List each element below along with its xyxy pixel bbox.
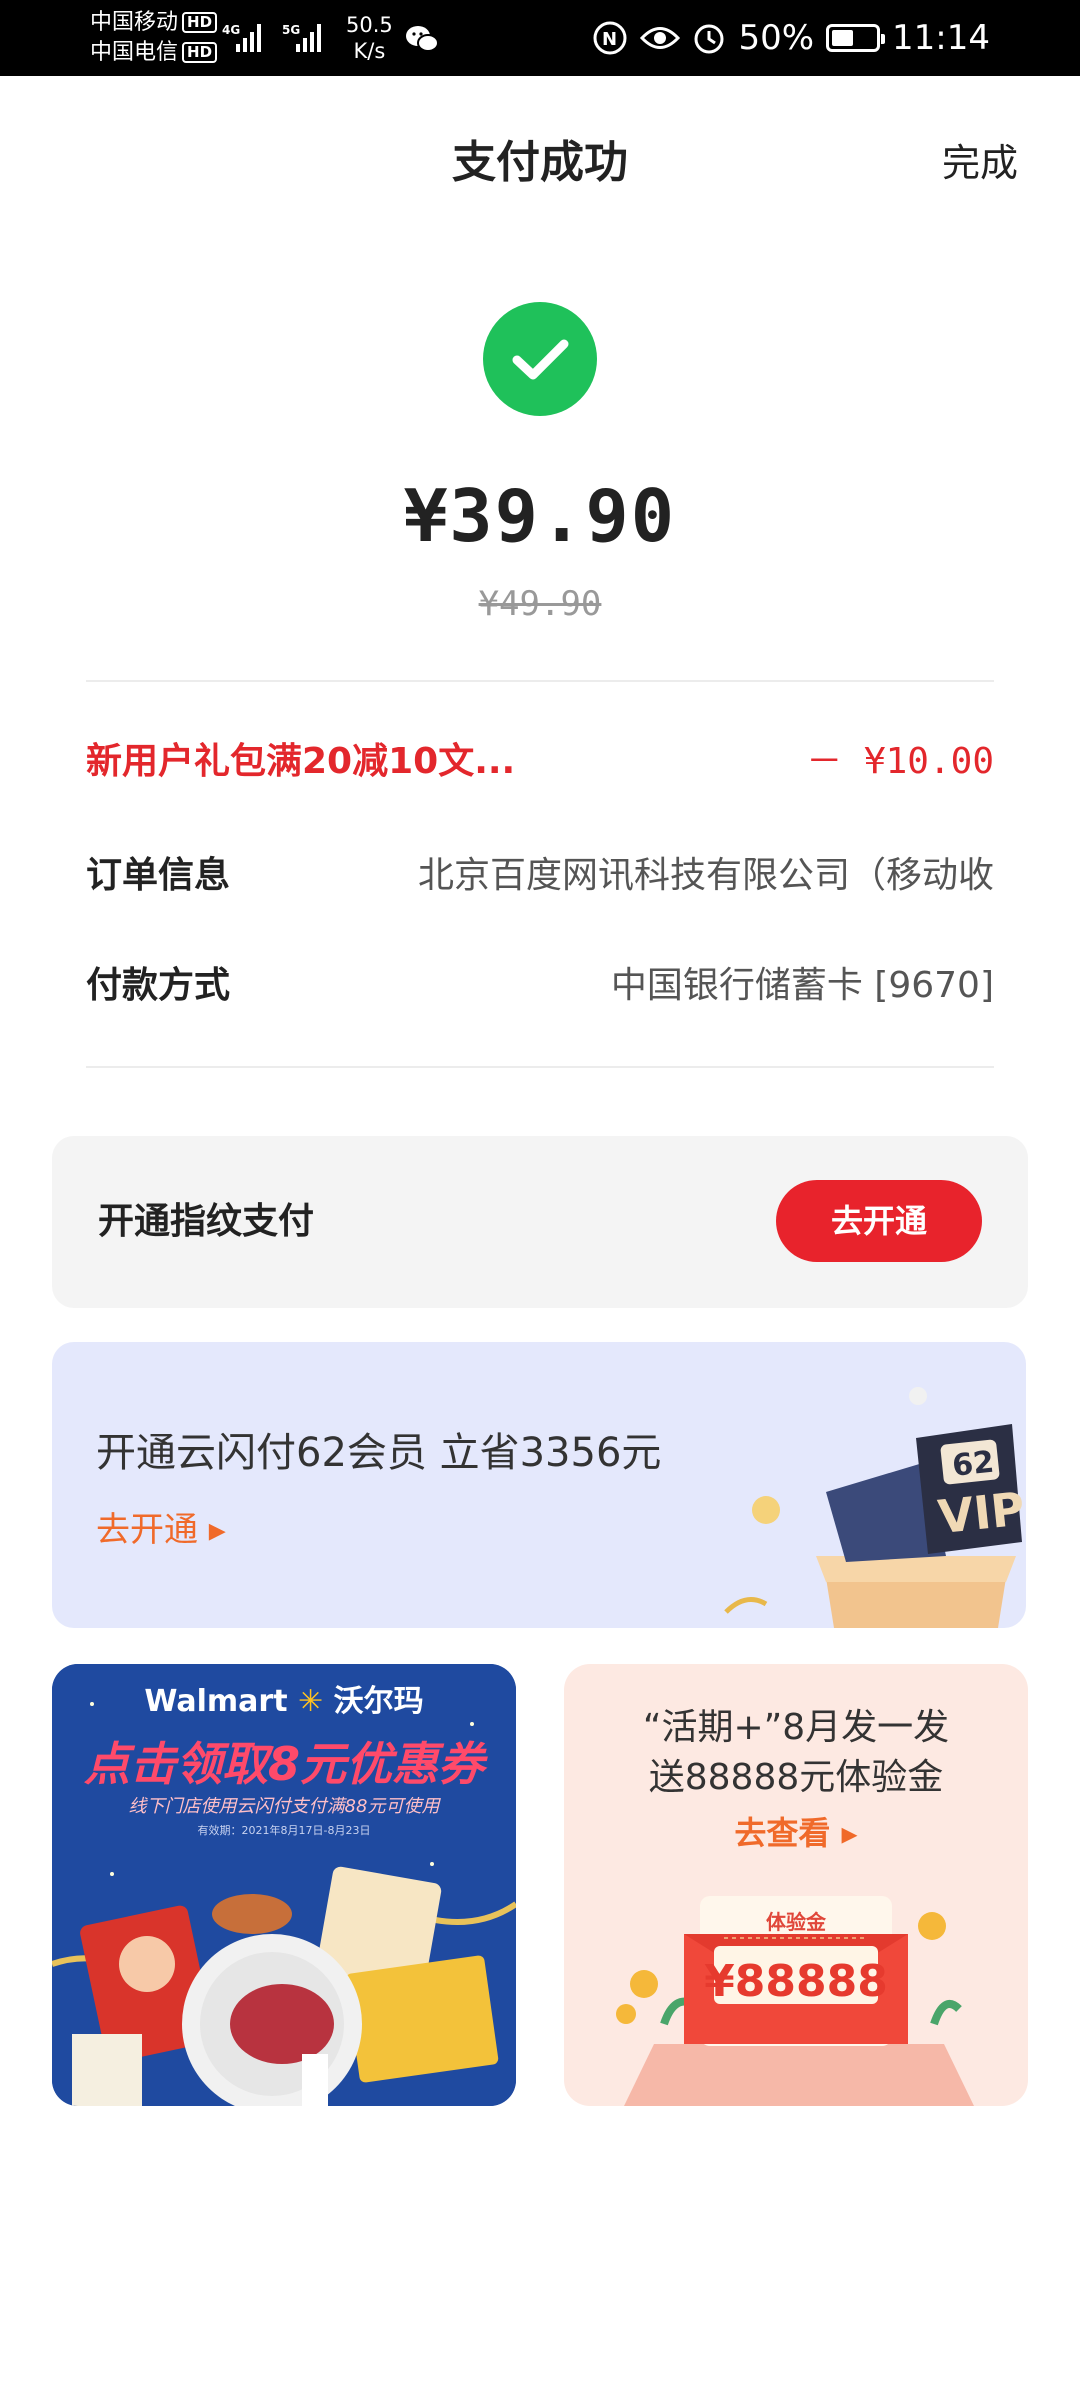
success-check-icon (483, 302, 597, 416)
hd-badge: HD (182, 42, 218, 63)
walmart-spark-icon: ✳ (298, 1684, 324, 1719)
walmart-subtitle: 线下门店使用云闪付支付满88元可使用 (128, 1796, 440, 1817)
carrier-2: 中国电信 (90, 40, 179, 65)
divider (86, 680, 994, 682)
speed-value: 50.5 (346, 13, 393, 37)
wechat-icon (404, 24, 440, 58)
carrier-info: 中国移动 HD 中国电信 HD (90, 8, 218, 68)
envelope-amount: ¥88888 (704, 1956, 888, 2007)
payment-method-label: 付款方式 (86, 965, 231, 1006)
network-5g-label: 5G (282, 23, 300, 37)
vip-badge-number: 62 (951, 1445, 996, 1484)
order-info-row: 订单信息 北京百度网讯科技有限公司（移动收 (86, 846, 994, 906)
vip-banner-title: 开通云闪付62会员 立省3356元 (96, 1430, 662, 1476)
paid-amount: ¥39.90 (403, 474, 677, 558)
status-right: N 50% 11:14 (592, 16, 990, 60)
vip-gift-box-icon: 62 VIP (724, 1387, 1026, 1628)
walmart-validity: 有效期：2021年8月17日-8月23日 (197, 1824, 371, 1837)
walmart-headline: 点击领取8元优惠券 (83, 1737, 484, 1791)
header: 支付成功 完成 (0, 76, 1080, 236)
svg-text:N: N (602, 29, 617, 50)
nfc-icon: N (593, 21, 627, 55)
original-amount: ¥49.90 (478, 584, 602, 624)
network-speed: 50.5 K/s (346, 12, 393, 64)
clock: 11:14 (892, 18, 990, 58)
battery-percent: 50% (738, 18, 815, 58)
huoqi-bonus-tile[interactable]: “活期+”8月发一发 送88888元体验金 去查看 ▸ 体验金 ¥88888 (564, 1664, 1028, 2106)
huoqi-line-1: “活期+”8月发一发 (642, 1707, 950, 1748)
speed-unit: K/s (353, 39, 386, 63)
payment-method-value: 中国银行储蓄卡 [9670] (610, 965, 994, 1006)
network-4g-label: 4G (222, 23, 240, 37)
signal-icon: 4G 5G (222, 20, 338, 60)
divider (86, 1066, 994, 1068)
promo-row: 新用户礼包满20减10文... － ¥10.00 (86, 732, 994, 792)
walmart-brand-en: Walmart (144, 1684, 288, 1719)
vip-badge-text: VIP (936, 1481, 1026, 1544)
vip-membership-banner[interactable]: 开通云闪付62会员 立省3356元 去开通 ▸ 62 VIP (52, 1342, 1026, 1628)
enable-fingerprint-button[interactable]: 去开通 (776, 1180, 982, 1262)
hd-badge: HD (182, 12, 218, 33)
eye-icon (640, 27, 681, 49)
order-info-label: 订单信息 (86, 855, 231, 896)
page-title: 支付成功 (452, 137, 628, 188)
walmart-brand-cn: 沃尔玛 (333, 1684, 424, 1719)
fingerprint-title: 开通指纹支付 (98, 1201, 315, 1242)
battery-icon (826, 24, 886, 52)
huoqi-line-2: 送88888元体验金 (648, 1757, 944, 1798)
status-bar: 中国移动 HD 中国电信 HD 4G 5G 50.5 K/s N 50% 11:… (0, 0, 1080, 76)
walmart-brand: Walmart ✳ 沃尔玛 (52, 1676, 516, 1720)
vip-open-link[interactable]: 去开通 ▸ (96, 1502, 226, 1551)
alarm-icon (694, 24, 724, 54)
done-button[interactable]: 完成 (942, 132, 1018, 187)
payment-method-row: 付款方式 中国银行储蓄卡 [9670] (86, 956, 994, 1016)
carrier-1: 中国移动 (90, 10, 179, 35)
promo-discount: － ¥10.00 (806, 741, 994, 782)
envelope-label: 体验金 (766, 1910, 826, 1934)
fingerprint-pay-card: 开通指纹支付 去开通 (52, 1136, 1028, 1308)
huoqi-view-link[interactable]: 去查看 ▸ (564, 1808, 1028, 1854)
order-info-value: 北京百度网讯科技有限公司（移动收 (417, 855, 994, 896)
promo-label: 新用户礼包满20减10文... (86, 741, 516, 782)
walmart-coupon-tile[interactable]: Walmart ✳ 沃尔玛 点击领取8元优惠券 线下门店使用云闪付支付满88元可… (52, 1664, 516, 2106)
